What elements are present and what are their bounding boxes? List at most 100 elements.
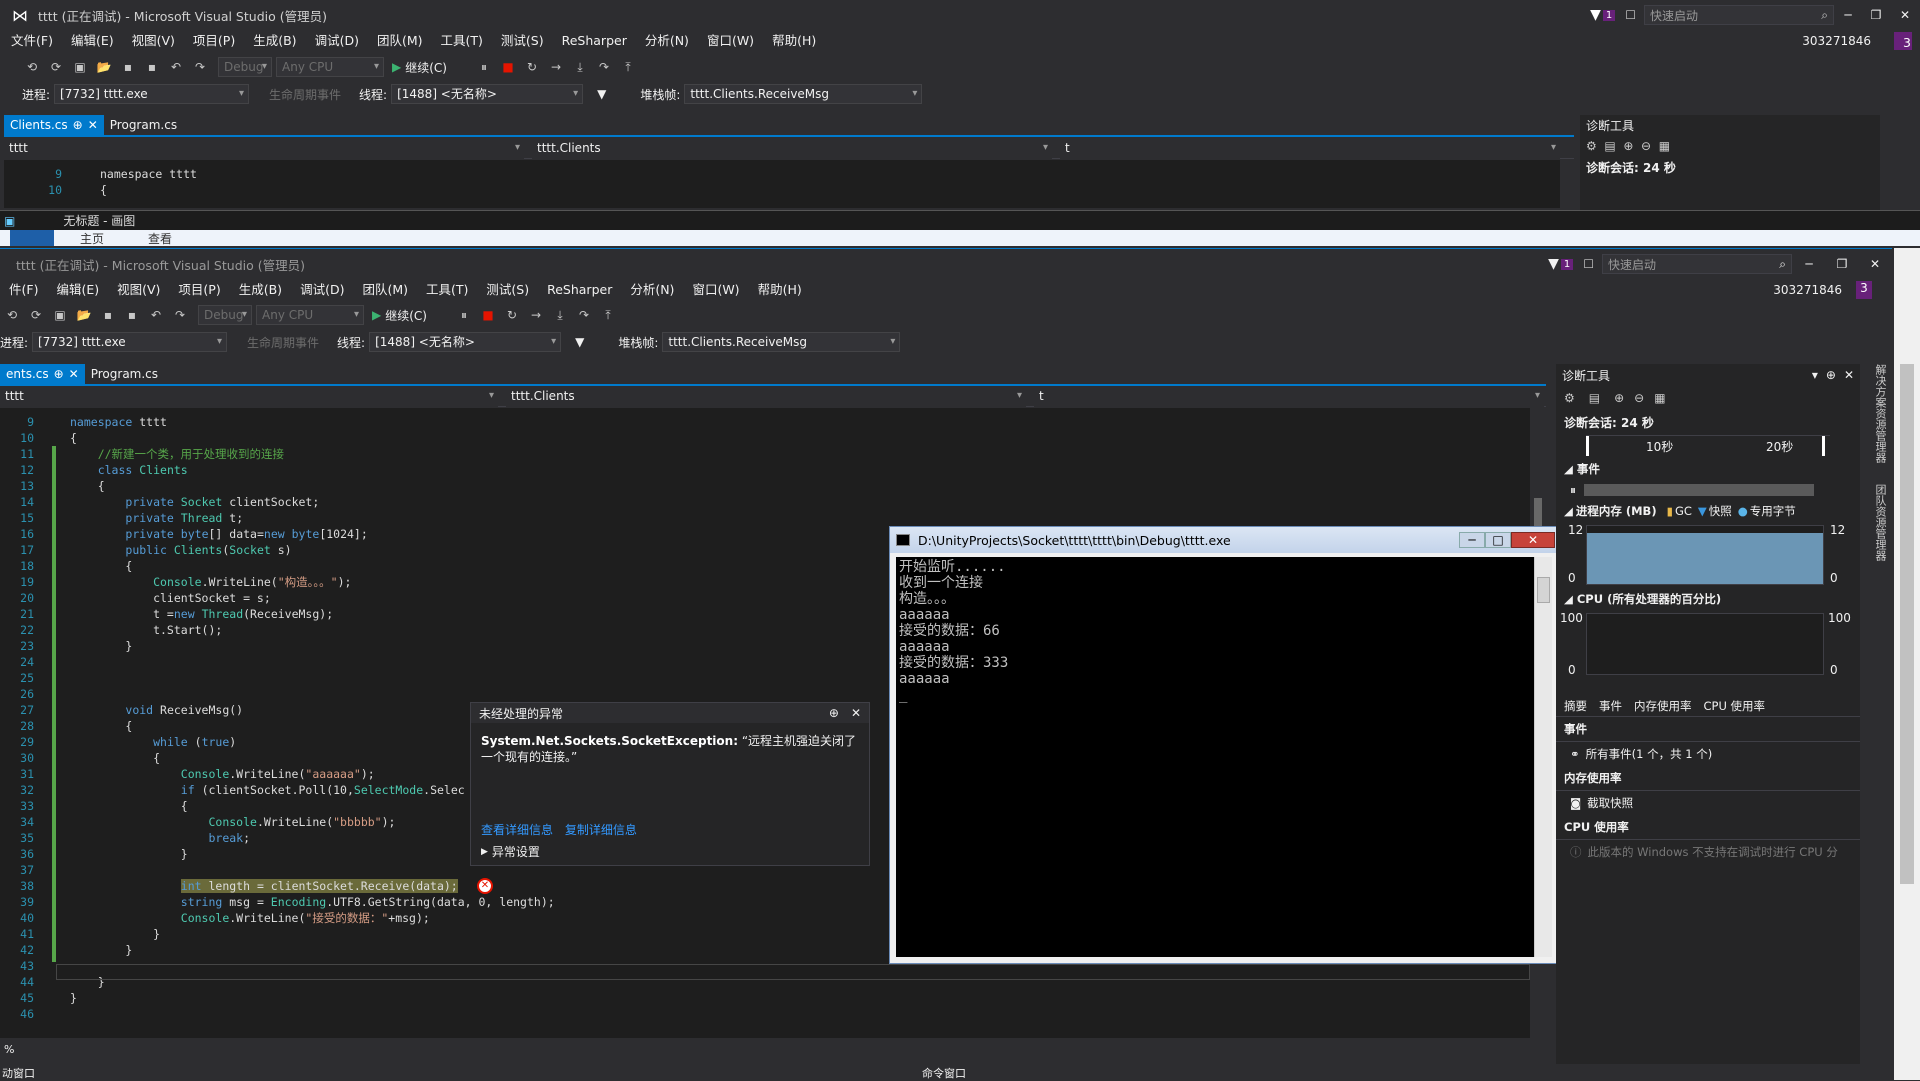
quick-launch-input[interactable]: 快速启动 ⌕ xyxy=(1644,5,1834,25)
cpu-header[interactable]: ◢ CPU (所有处理器的百分比) xyxy=(1556,587,1860,611)
forward-nav-icon[interactable]: ⟳ xyxy=(47,58,65,76)
console-minimize-button[interactable]: ─ xyxy=(1459,532,1485,548)
code-line[interactable] xyxy=(70,654,555,670)
front-menu-item-10[interactable]: 分析(N) xyxy=(621,279,683,301)
class-nav[interactable]: tttt.Clients xyxy=(532,138,1052,159)
member-nav[interactable]: t xyxy=(1034,386,1544,407)
platform-select[interactable]: Any CPU xyxy=(256,305,364,325)
front-menu-item-1[interactable]: 编辑(E) xyxy=(47,279,108,301)
dropdown-icon[interactable]: ▾ xyxy=(1812,368,1818,382)
back-nav-icon[interactable]: ⟲ xyxy=(3,306,21,324)
code-line[interactable]: clientSocket = s; xyxy=(70,590,555,606)
continue-button[interactable]: 继续(C) xyxy=(385,307,427,324)
filter-threads-icon[interactable]: ▼ xyxy=(575,335,584,349)
close-button[interactable]: ✕ xyxy=(1890,8,1920,22)
timeline-ruler[interactable]: 10秒 20秒 xyxy=(1586,435,1830,457)
front-menu-item-4[interactable]: 生成(B) xyxy=(230,279,291,301)
back-menu-item-12[interactable]: 帮助(H) xyxy=(763,30,825,52)
console-maximize-button[interactable]: □ xyxy=(1485,532,1511,548)
console-output[interactable]: 开始监听...... 收到一个连接 构造。。。 aaaaaa 接受的数据：66 aaaaa… xyxy=(896,557,1534,957)
code-line[interactable]: } xyxy=(70,990,555,1006)
front-menu-item-0[interactable]: 件(F) xyxy=(0,279,47,301)
back-menu-item-5[interactable]: 调试(D) xyxy=(306,30,368,52)
code-line[interactable]: private byte[] data=new byte[1024]; xyxy=(70,526,555,542)
project-nav[interactable]: tttt xyxy=(4,138,524,159)
stack-select[interactable]: tttt.Clients.ReceiveMsg xyxy=(662,332,901,352)
code-line[interactable]: t.Start(); xyxy=(70,622,555,638)
step-out-icon[interactable]: ⤒ xyxy=(599,306,617,324)
locals-tab[interactable]: 动窗口 xyxy=(2,1065,35,1081)
reset-view-icon[interactable]: ▦ xyxy=(1654,391,1665,405)
memory-chart[interactable] xyxy=(1586,525,1824,585)
view-details-link[interactable]: 查看详细信息 xyxy=(481,823,553,837)
code-line[interactable] xyxy=(70,670,555,686)
all-events-link[interactable]: ⚭ 所有事件(1 个，共 1 个) xyxy=(1556,741,1860,766)
diag-tab-3[interactable]: CPU 使用率 xyxy=(1704,698,1766,714)
code-line[interactable]: } xyxy=(70,926,555,942)
restart-icon[interactable]: ↻ xyxy=(523,58,541,76)
open-icon[interactable]: 📂 xyxy=(95,58,113,76)
take-snapshot-button[interactable]: ◙ 截取快照 xyxy=(1556,790,1860,815)
filter-icon[interactable]: ▼ xyxy=(1590,7,1601,23)
forward-nav-icon[interactable]: ⟳ xyxy=(27,306,45,324)
paint-view-tab[interactable]: 查看 xyxy=(148,230,172,247)
memory-header[interactable]: ◢ 进程内存 (MB) ▮ GC ▼ 快照 ● 专用字节 xyxy=(1556,499,1860,523)
platform-select[interactable]: Any CPU xyxy=(276,57,384,77)
code-line[interactable]: //新建一个类，用于处理收到的连接 xyxy=(70,446,555,462)
code-line[interactable]: Console.WriteLine("构造。。。"); xyxy=(70,574,555,590)
code-line[interactable]: } xyxy=(70,942,555,958)
stop-icon[interactable]: ■ xyxy=(479,306,497,324)
cpu-chart[interactable] xyxy=(1586,613,1824,675)
code-line[interactable] xyxy=(70,686,555,702)
front-menu-item-3[interactable]: 项目(P) xyxy=(169,279,229,301)
back-menu-item-7[interactable]: 工具(T) xyxy=(432,30,492,52)
close-icon[interactable]: ✕ xyxy=(851,706,861,720)
notification-badge[interactable]: 1 xyxy=(1602,9,1616,21)
code-line[interactable]: { xyxy=(70,558,555,574)
show-next-icon[interactable]: → xyxy=(547,58,565,76)
diag-tab-2[interactable]: 内存使用率 xyxy=(1634,698,1692,714)
step-out-icon[interactable]: ⤒ xyxy=(619,58,637,76)
settings-icon[interactable]: ⚙ xyxy=(1564,391,1575,405)
member-nav[interactable]: t xyxy=(1060,138,1560,159)
new-project-icon[interactable]: ▣ xyxy=(51,306,69,324)
code-line[interactable]: { xyxy=(70,430,555,446)
front-menu-item-12[interactable]: 帮助(H) xyxy=(749,279,811,301)
redo-icon[interactable]: ↷ xyxy=(171,306,189,324)
close-button[interactable]: ✕ xyxy=(1858,257,1892,271)
code-line[interactable]: private Socket clientSocket; xyxy=(70,494,555,510)
thread-select[interactable]: [1488] <无名称> xyxy=(391,84,584,104)
back-menu-item-10[interactable]: 分析(N) xyxy=(636,30,698,52)
diag-tab-0[interactable]: 摘要 xyxy=(1564,698,1587,714)
tab-clients-cs[interactable]: Clients.cs ⊕ ✕ xyxy=(4,115,104,135)
filter-threads-icon[interactable]: ▼ xyxy=(597,87,606,101)
paint-file-tab[interactable] xyxy=(10,230,54,246)
save-icon[interactable]: ▪ xyxy=(119,58,137,76)
pause-events-icon[interactable]: ⏸ xyxy=(1570,483,1576,498)
restore-button[interactable]: ❐ xyxy=(1862,8,1890,22)
code-line[interactable]: } xyxy=(70,638,555,654)
continue-icon[interactable]: ▶ xyxy=(372,308,381,322)
lifecycle-button[interactable]: 生命周期事件 xyxy=(247,334,329,351)
step-over-icon[interactable]: ↷ xyxy=(595,58,613,76)
account-name[interactable]: 303271846 xyxy=(1773,283,1842,297)
command-window-tab[interactable]: 命令窗口 xyxy=(922,1065,966,1081)
back-editor[interactable]: 9 namespace tttt 10 { xyxy=(4,160,1560,208)
step-into-icon[interactable]: ⤓ xyxy=(571,58,589,76)
side-tab-solution[interactable]: 解决方案资源管理器 xyxy=(1868,364,1888,463)
front-menu-item-8[interactable]: 测试(S) xyxy=(477,279,538,301)
paint-home-tab[interactable]: 主页 xyxy=(80,230,104,247)
continue-button[interactable]: 继续(C) xyxy=(405,59,447,76)
code-line[interactable]: namespace tttt xyxy=(70,414,555,430)
close-icon[interactable]: ✕ xyxy=(1844,368,1854,382)
outer-scrollbar[interactable] xyxy=(1894,248,1920,1080)
restart-icon[interactable]: ↻ xyxy=(503,306,521,324)
undo-icon[interactable]: ↶ xyxy=(167,58,185,76)
open-icon[interactable]: 📂 xyxy=(75,306,93,324)
code-line[interactable]: string msg = Encoding.UTF8.GetString(dat… xyxy=(70,894,555,910)
filter-icon[interactable]: ▼ xyxy=(1548,256,1559,272)
pin-icon[interactable]: ⊕ xyxy=(54,364,64,384)
tab-clients-cs[interactable]: ents.cs ⊕ ✕ xyxy=(0,364,85,384)
stop-icon[interactable]: ■ xyxy=(499,58,517,76)
front-menu-item-2[interactable]: 视图(V) xyxy=(108,279,169,301)
